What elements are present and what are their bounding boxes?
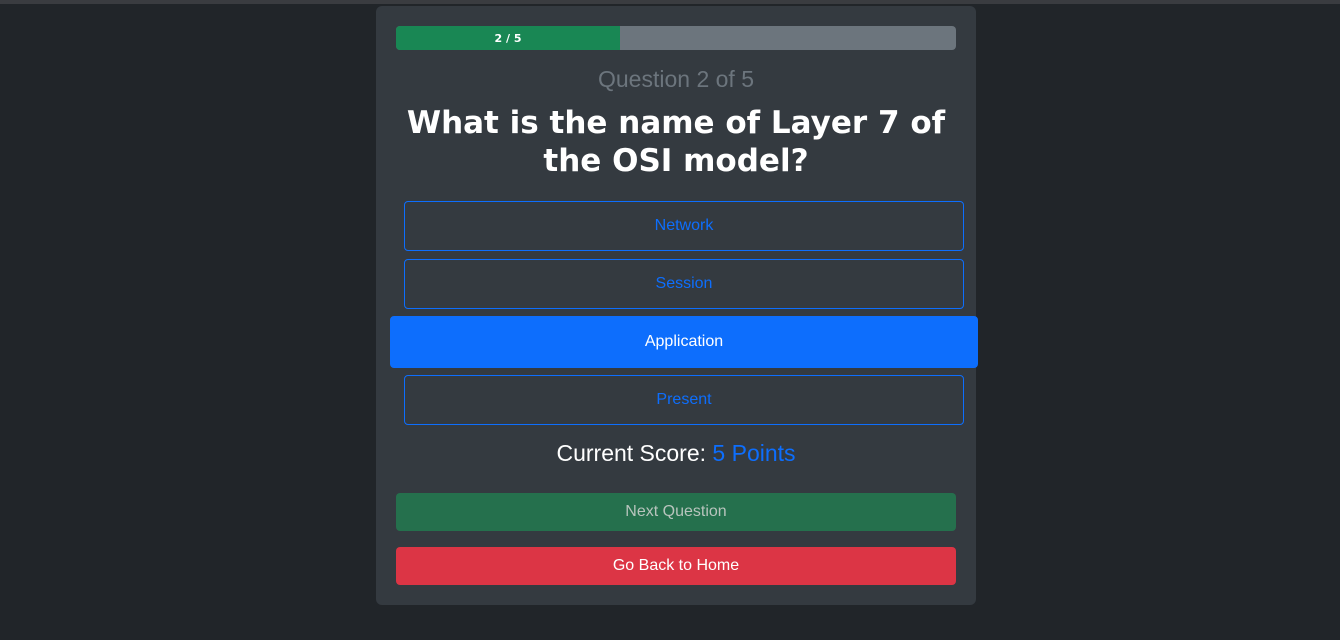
- progress-label: 2 / 5: [494, 31, 522, 45]
- progress-track: 2 / 5: [396, 26, 956, 50]
- question-text: What is the name of Layer 7 of the OSI m…: [406, 105, 946, 179]
- quiz-card: 2 / 5 Question 2 of 5 What is the name o…: [376, 6, 978, 605]
- answer-option-session[interactable]: Session: [404, 259, 964, 309]
- score-label: Current Score:: [556, 440, 707, 466]
- answer-option-label: Session: [655, 275, 713, 292]
- answer-option-label: Present: [656, 391, 712, 408]
- progress-bar: 2 / 5: [396, 26, 620, 50]
- answer-option-label: Network: [654, 217, 714, 234]
- next-question-label: Next Question: [625, 503, 727, 520]
- browser-top-edge: [0, 0, 1340, 4]
- next-question-button[interactable]: Next Question: [396, 493, 956, 531]
- question-number: Question 2 of 5: [598, 66, 754, 92]
- answer-option-network[interactable]: Network: [404, 201, 964, 251]
- answer-option-label: Application: [644, 333, 724, 350]
- answer-option-application[interactable]: Application: [390, 316, 978, 368]
- go-home-label: Go Back to Home: [612, 557, 740, 574]
- answer-option-present[interactable]: Present: [404, 375, 964, 425]
- score-value: 5 Points: [712, 440, 796, 466]
- go-home-button[interactable]: Go Back to Home: [396, 547, 956, 585]
- current-score: Current Score: 5 Points: [376, 440, 976, 467]
